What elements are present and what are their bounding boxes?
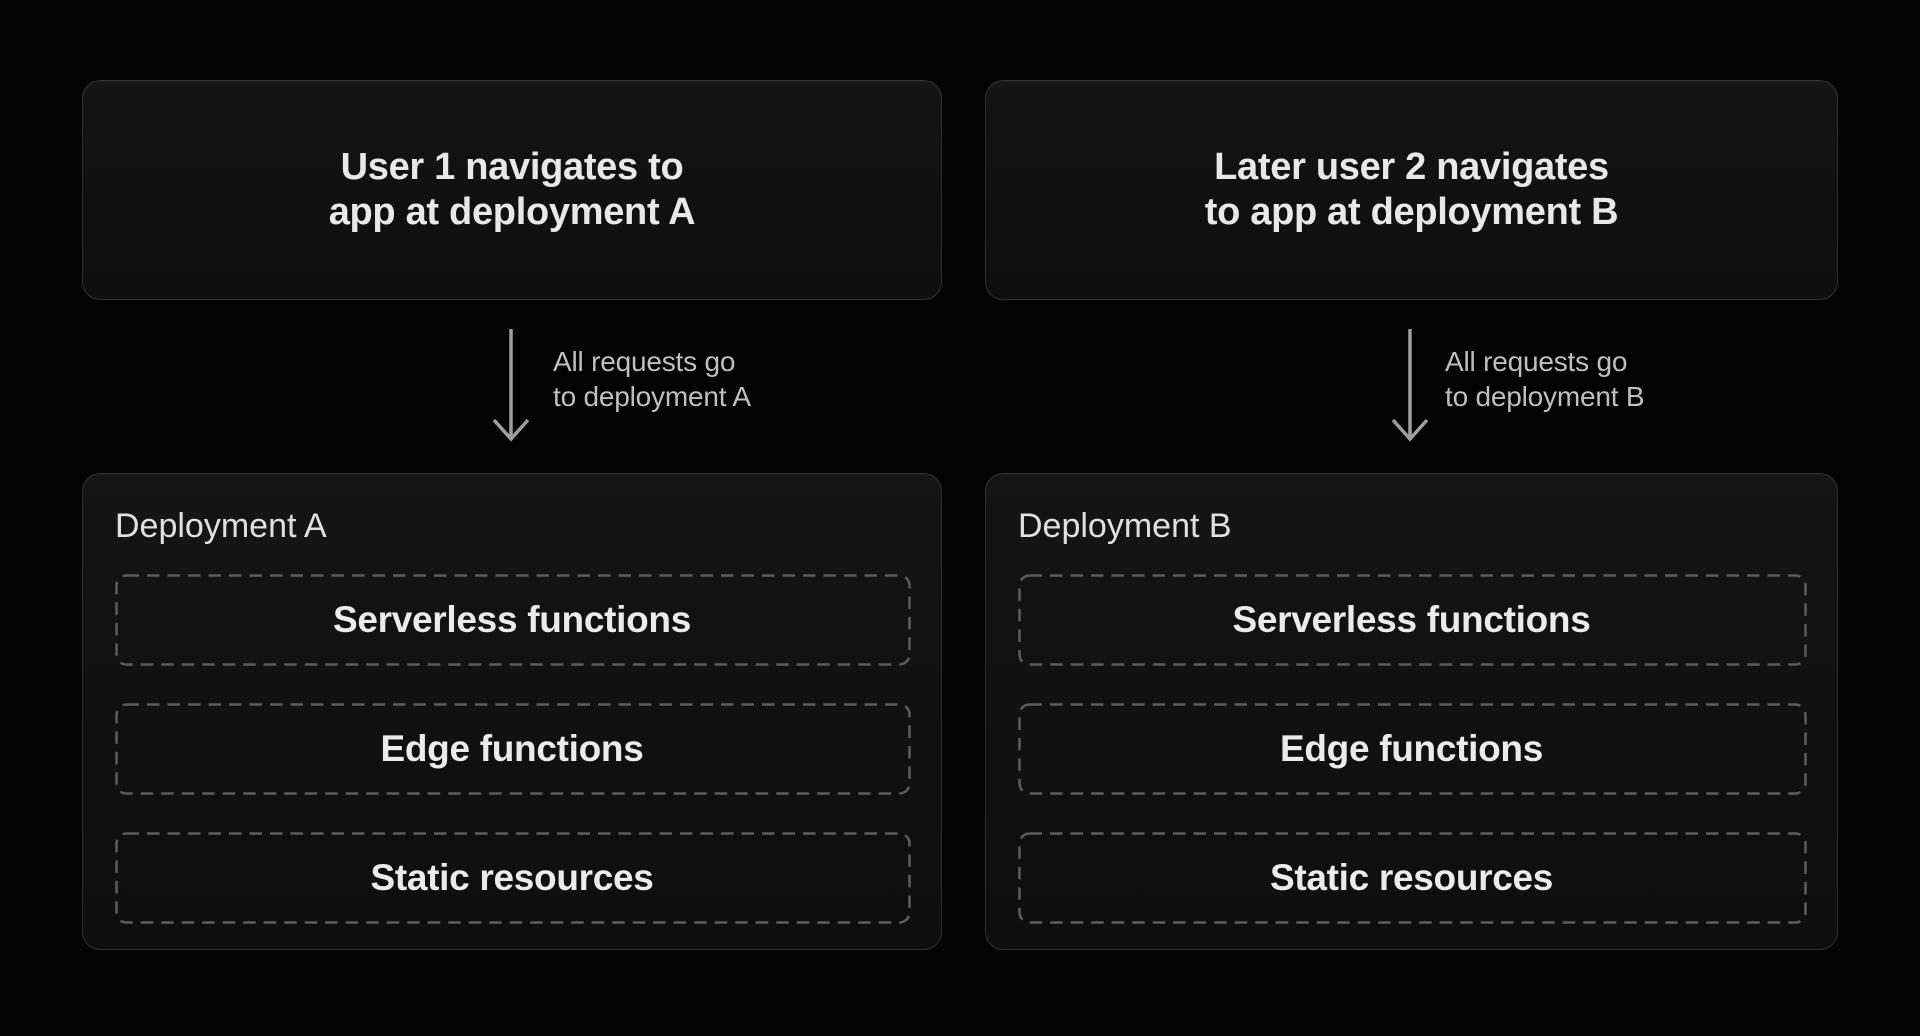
user-card-title-b-line2: to app at deployment B [1205, 190, 1619, 235]
layer-label: Serverless functions [333, 599, 691, 641]
layer-edge-functions-b: Edge functions [1018, 703, 1805, 795]
arrow-down-icon [489, 327, 533, 451]
layer-edge-functions-a: Edge functions [115, 703, 909, 795]
user-navigation-card-b: Later user 2 navigates to app at deploym… [985, 80, 1838, 300]
deployment-label-a: Deployment A [115, 506, 909, 546]
deployment-label-b: Deployment B [1018, 506, 1805, 546]
layer-static-resources-a: Static resources [115, 832, 909, 924]
layer-label: Edge functions [1280, 728, 1543, 770]
user-card-title-b-line1: Later user 2 navigates [1205, 145, 1619, 190]
deployment-layers-b: Serverless functions Edge functions Stat… [1018, 574, 1805, 924]
user-card-title-a-line2: app at deployment A [329, 190, 696, 235]
arrow-label-b-line1: All requests go [1445, 344, 1644, 379]
layer-serverless-functions-a: Serverless functions [115, 574, 909, 666]
user-card-title-a: User 1 navigates to app at deployment A [329, 145, 696, 235]
layer-label: Static resources [370, 857, 653, 899]
arrow-label-a-line2: to deployment A [553, 379, 751, 414]
user-card-title-b: Later user 2 navigates to app at deploym… [1205, 145, 1619, 235]
user-navigation-card-a: User 1 navigates to app at deployment A [82, 80, 942, 300]
layer-label: Serverless functions [1233, 599, 1591, 641]
layer-serverless-functions-b: Serverless functions [1018, 574, 1805, 666]
diagram-root: User 1 navigates to app at deployment A … [0, 0, 1920, 1036]
deployment-layers-a: Serverless functions Edge functions Stat… [115, 574, 909, 924]
arrow-label-a: All requests go to deployment A [553, 344, 751, 414]
layer-static-resources-b: Static resources [1018, 832, 1805, 924]
arrow-label-b: All requests go to deployment B [1445, 344, 1644, 414]
deployment-card-b: Deployment B Serverless functions Edge f… [985, 473, 1838, 950]
deployment-card-a: Deployment A Serverless functions Edge f… [82, 473, 942, 950]
arrow-down-icon [1388, 327, 1432, 451]
layer-label: Edge functions [380, 728, 643, 770]
layer-label: Static resources [1270, 857, 1553, 899]
user-card-title-a-line1: User 1 navigates to [329, 145, 696, 190]
arrow-label-b-line2: to deployment B [1445, 379, 1644, 414]
arrow-label-a-line1: All requests go [553, 344, 751, 379]
